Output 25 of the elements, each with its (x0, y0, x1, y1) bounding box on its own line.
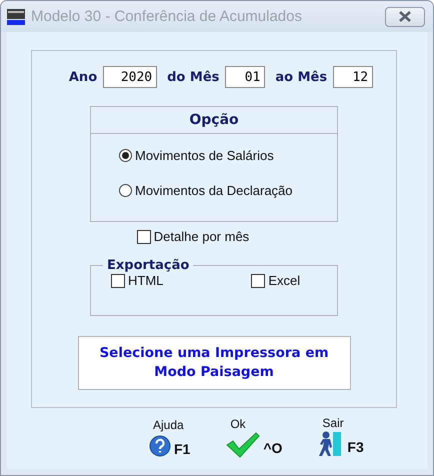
checkbox[interactable]: Excel (251, 273, 300, 288)
ok-button[interactable]: Ok ^O (226, 417, 282, 458)
radio-circle-icon[interactable] (119, 149, 132, 162)
radio-button[interactable]: Movimentos da Declaração (119, 183, 337, 198)
field-label: ao Mês (275, 70, 328, 84)
close-icon (398, 11, 412, 22)
checkbox[interactable]: HTML (111, 273, 164, 288)
group-title: Opção (91, 107, 337, 134)
number-field[interactable]: 01 (225, 66, 266, 88)
field-label: do Mês (167, 70, 220, 84)
number-field[interactable]: 12 (333, 66, 374, 88)
group-title: Exportação (106, 258, 190, 273)
help-icon (149, 434, 171, 456)
radio-button[interactable]: Movimentos de Salários (119, 148, 337, 163)
checkbox[interactable]: Detalhe por mês (136, 229, 250, 244)
number-field[interactable]: 2020 (103, 66, 158, 88)
checkmark-icon (226, 432, 260, 458)
app-icon (7, 8, 25, 26)
message-text: Selecione uma Impressora em Modo Paisagem (78, 336, 350, 390)
help-button[interactable]: Ajuda F1 (149, 417, 190, 458)
field-label: Ano (68, 70, 98, 84)
radio-circle-icon[interactable] (119, 184, 132, 197)
window-title: Modelo 30 - Conferência de Acumulados (31, 8, 303, 25)
close-button[interactable] (385, 6, 425, 26)
exit-button[interactable]: Sair F3 (318, 417, 364, 458)
